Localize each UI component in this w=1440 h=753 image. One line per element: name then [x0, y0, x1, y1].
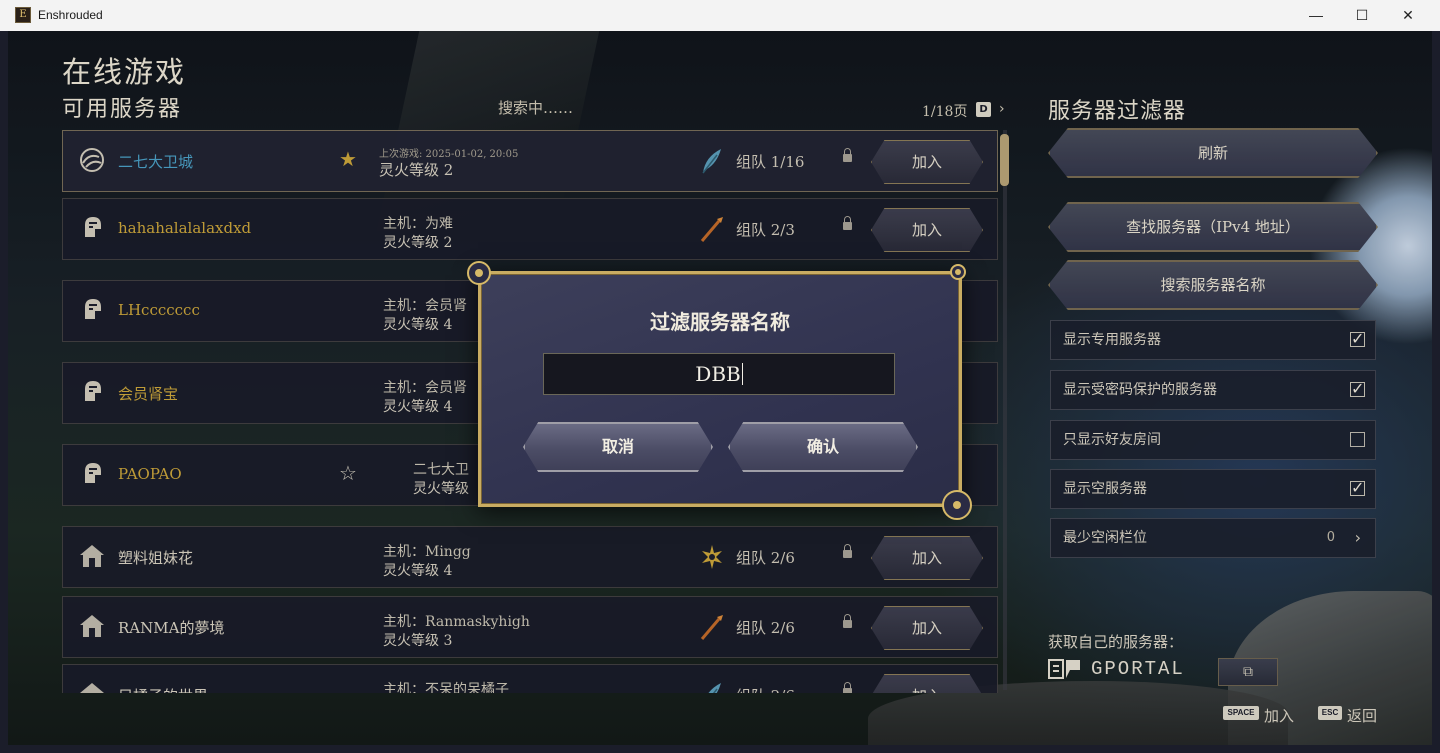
server-name-input[interactable]: DBB: [543, 353, 895, 395]
text-caret: [741, 363, 743, 385]
dialog-corner-ornament-icon: [950, 264, 966, 280]
dialog-corner-ornament-icon: [467, 261, 491, 285]
game-viewport: 在线游戏 可用服务器 搜索中…… 1/18页 D › 二七大卫城 ★ 上次游戏: 2…: [8, 31, 1432, 745]
filter-name-dialog: 过滤服务器名称 DBB 取消 确认: [478, 271, 962, 507]
enshrouded-app-icon: E: [15, 7, 31, 23]
dialog-corner-ornament-icon: [942, 490, 972, 520]
server-name-input-value: DBB: [695, 362, 741, 386]
dialog-title: 过滤服务器名称: [650, 310, 790, 334]
close-button[interactable]: ✕: [1385, 0, 1431, 31]
maximize-button[interactable]: ☐: [1339, 0, 1385, 31]
minimize-button[interactable]: —: [1293, 0, 1339, 31]
cancel-button[interactable]: 取消: [523, 422, 713, 472]
confirm-button[interactable]: 确认: [728, 422, 918, 472]
window-titlebar: E Enshrouded — ☐ ✕: [0, 0, 1440, 31]
window-title: Enshrouded: [38, 8, 103, 22]
